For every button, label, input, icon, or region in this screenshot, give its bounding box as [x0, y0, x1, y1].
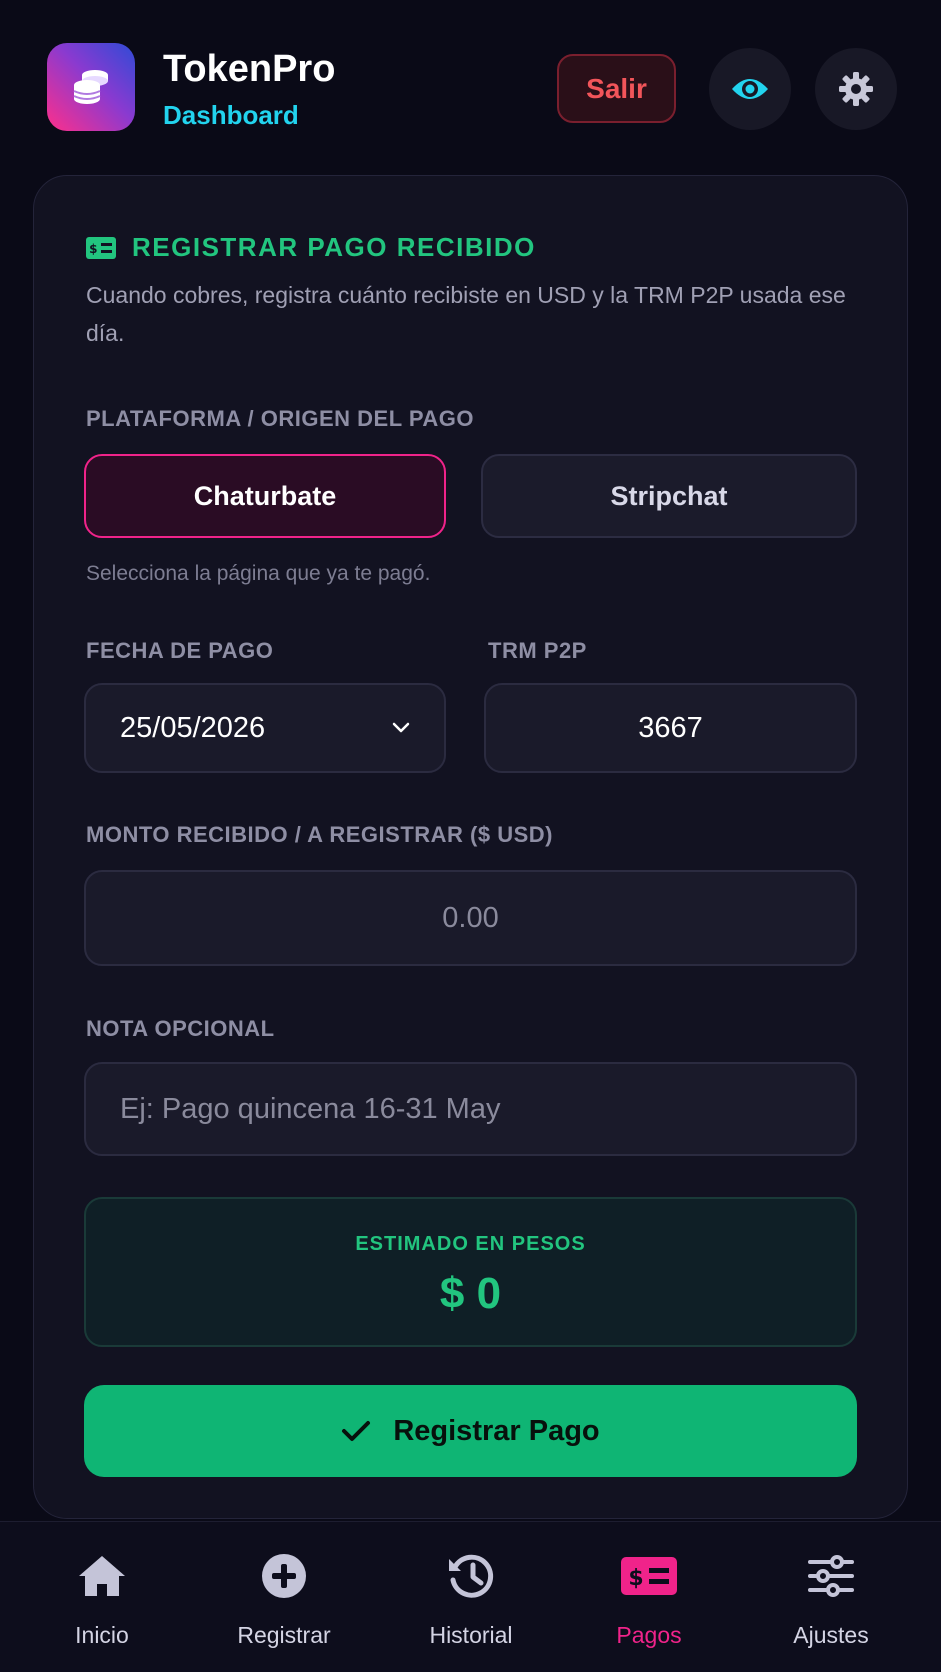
note-placeholder: Ej: Pago quincena 16-31 May	[120, 1092, 501, 1125]
nav-item-historial[interactable]: Historial	[391, 1550, 551, 1660]
home-icon	[79, 1556, 125, 1596]
estimate-value: $ 0	[439, 1269, 502, 1318]
trm-label: TRM P2P	[488, 638, 587, 663]
trm-input[interactable]: 3667	[484, 683, 857, 773]
sliders-icon	[808, 1555, 854, 1597]
nav-item-registrar[interactable]: Registrar	[204, 1550, 364, 1660]
settings-button[interactable]	[815, 48, 897, 130]
nav-label-inicio: Inicio	[75, 1622, 129, 1648]
note-input[interactable]: Ej: Pago quincena 16-31 May	[84, 1062, 857, 1156]
platform-hint: Selecciona la página que ya te pagó.	[86, 562, 431, 585]
svg-text:$: $	[628, 1566, 643, 1591]
register-payment-label: Registrar Pago	[393, 1414, 600, 1447]
nav-label-registrar: Registrar	[237, 1622, 331, 1648]
amount-input[interactable]: 0.00	[84, 870, 857, 966]
amount-label: MONTO RECIBIDO / A REGISTRAR ($ USD)	[86, 822, 553, 847]
money-bill-icon: $	[621, 1557, 677, 1595]
app-logo	[47, 43, 135, 131]
date-value: 25/05/2026	[120, 711, 266, 744]
nav-label-historial: Historial	[429, 1622, 513, 1648]
payment-form-card: $ REGISTRAR PAGO RECIBIDO Cuando cobres,…	[33, 175, 908, 1519]
note-label: NOTA OPCIONAL	[86, 1016, 275, 1041]
estimate-label: ESTIMADO EN PESOS	[355, 1233, 586, 1255]
date-picker[interactable]: 25/05/2026	[84, 683, 446, 773]
check-icon	[342, 1421, 371, 1441]
nav-label-ajustes: Ajustes	[793, 1622, 869, 1648]
logout-button[interactable]: Salir	[557, 54, 676, 123]
chevron-down-icon	[392, 722, 410, 733]
platform-label: PLATAFORMA / ORIGEN DEL PAGO	[86, 406, 474, 431]
svg-text:$: $	[89, 242, 99, 256]
app-subtitle: Dashboard	[163, 100, 299, 130]
app-title: TokenPro	[163, 48, 336, 90]
register-payment-button[interactable]: Registrar Pago	[84, 1385, 857, 1477]
date-label: FECHA DE PAGO	[86, 638, 274, 663]
money-bill-icon: $	[86, 236, 116, 259]
form-description: Cuando cobres, registra cuánto recibiste…	[86, 282, 846, 346]
section-title-text: REGISTRAR PAGO RECIBIDO	[132, 232, 536, 262]
plus-circle-icon	[262, 1554, 306, 1598]
eye-icon	[732, 79, 768, 99]
app-header: TokenPro Dashboard Salir	[0, 0, 941, 170]
platform-option-chaturbate[interactable]: Chaturbate	[84, 454, 446, 538]
visibility-toggle-button[interactable]	[709, 48, 791, 130]
platform-option-stripchat[interactable]: Stripchat	[481, 454, 857, 538]
trm-value: 3667	[638, 711, 703, 744]
nav-item-ajustes[interactable]: Ajustes	[751, 1550, 911, 1660]
nav-item-pagos[interactable]: $ Pagos	[569, 1550, 729, 1660]
gear-icon	[839, 72, 873, 106]
estimate-panel: ESTIMADO EN PESOS $ 0	[84, 1197, 857, 1347]
nav-item-inicio[interactable]: Inicio	[22, 1550, 182, 1660]
amount-placeholder: 0.00	[442, 901, 499, 934]
bottom-nav: Inicio Registrar Historial $ Pagos Ajust…	[0, 1521, 941, 1672]
coins-icon	[73, 70, 108, 104]
history-icon	[449, 1554, 494, 1598]
nav-label-pagos: Pagos	[616, 1622, 682, 1648]
section-title: $ REGISTRAR PAGO RECIBIDO	[86, 232, 536, 263]
